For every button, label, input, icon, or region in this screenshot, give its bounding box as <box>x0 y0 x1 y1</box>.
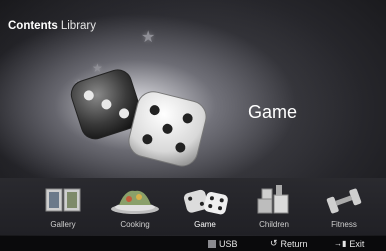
page-title: Contents Library <box>8 20 96 36</box>
usb-button[interactable]: USB <box>208 237 238 250</box>
category-fitness[interactable]: Fitness <box>314 178 374 235</box>
category-cooking[interactable]: Cooking <box>105 178 165 235</box>
tv-screen: Contents Library ★ ★ ★ <box>0 0 386 251</box>
category-bar: Gallery Cooking Game Children Fitness <box>0 178 386 235</box>
dumbbell-icon <box>326 188 362 214</box>
category-label: Cooking <box>120 220 150 229</box>
category-children[interactable]: Children <box>244 178 304 235</box>
category-label: Game <box>194 220 216 229</box>
exit-icon: →▮ <box>334 239 347 248</box>
gallery-icon <box>45 188 81 212</box>
selected-category-title: Game <box>248 102 298 122</box>
cooking-icon <box>111 190 159 214</box>
category-game[interactable]: Game <box>175 178 235 235</box>
exit-button[interactable]: →▮ Exit <box>334 237 364 250</box>
children-icon <box>257 185 289 214</box>
title-contents: Contents <box>8 20 58 32</box>
return-button[interactable]: ↺ Return <box>270 237 308 250</box>
return-icon: ↺ <box>270 238 278 248</box>
category-label: Fitness <box>331 220 357 229</box>
dice-icon <box>183 189 228 215</box>
category-gallery[interactable]: Gallery <box>33 178 93 235</box>
usb-icon <box>208 239 216 248</box>
title-library: Library <box>60 20 96 32</box>
exit-label: Exit <box>349 238 365 249</box>
category-label: Gallery <box>50 220 76 229</box>
status-bar: USB ↺ Return →▮ Exit <box>0 236 386 251</box>
dice-hero-image <box>70 69 207 167</box>
usb-label: USB <box>219 238 238 249</box>
category-label: Children <box>259 220 289 229</box>
return-label: Return <box>280 238 308 249</box>
